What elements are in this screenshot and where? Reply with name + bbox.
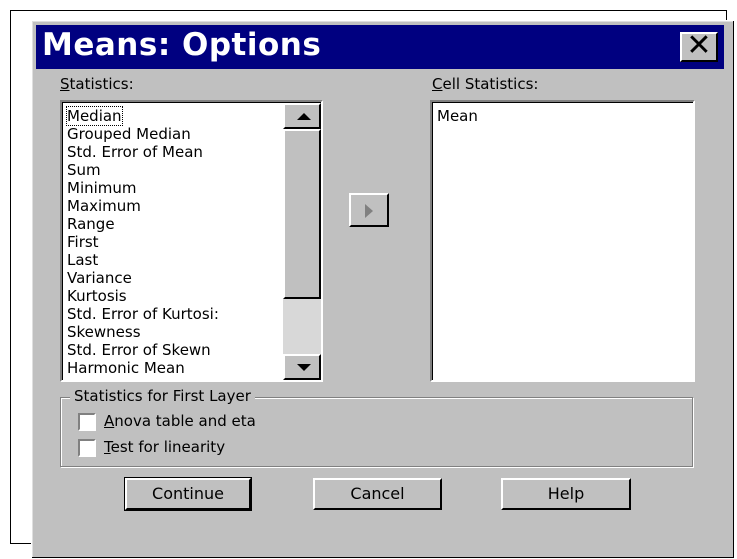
help-button[interactable]: Help bbox=[501, 478, 631, 510]
scroll-up-button[interactable] bbox=[283, 103, 321, 129]
move-to-cell-statistics-button[interactable] bbox=[349, 193, 389, 227]
cell-statistics-label: Cell Statistics: bbox=[432, 75, 538, 93]
statistics-label-accesskey: S bbox=[60, 75, 70, 93]
statistics-list-item[interactable]: Last bbox=[67, 251, 98, 269]
linearity-label-rest: est for linearity bbox=[110, 438, 226, 456]
scroll-thumb[interactable] bbox=[283, 129, 321, 299]
dialog-title: Means: Options bbox=[42, 27, 322, 63]
statistics-list-item[interactable]: Std. Error of Mean bbox=[67, 143, 203, 161]
anova-label-rest: nova table and eta bbox=[114, 412, 256, 430]
arrow-up-icon bbox=[297, 113, 311, 120]
cell-statistics-label-rest: ell Statistics: bbox=[442, 75, 539, 93]
anova-checkbox[interactable] bbox=[78, 413, 96, 431]
title-bar: Means: Options ✕ bbox=[36, 25, 724, 69]
arrow-down-icon bbox=[297, 364, 311, 371]
close-icon: ✕ bbox=[686, 28, 712, 63]
statistics-list-item[interactable]: Sum bbox=[67, 161, 101, 179]
statistics-list-item[interactable]: Grouped Median bbox=[67, 125, 191, 143]
statistics-list-item[interactable]: Maximum bbox=[67, 197, 141, 215]
statistics-list-item[interactable]: Kurtosis bbox=[67, 287, 127, 305]
first-layer-group-label: Statistics for First Layer bbox=[70, 387, 255, 405]
statistics-label: Statistics: bbox=[60, 75, 134, 93]
anova-label[interactable]: Anova table and eta bbox=[104, 412, 256, 430]
close-button[interactable]: ✕ bbox=[680, 31, 718, 62]
statistics-list-item[interactable]: Median bbox=[66, 106, 123, 126]
statistics-list-item[interactable]: First bbox=[67, 233, 99, 251]
linearity-label-accesskey: T bbox=[104, 438, 111, 456]
continue-button[interactable]: Continue bbox=[124, 477, 252, 511]
cell-statistics-label-accesskey: C bbox=[432, 75, 443, 93]
first-layer-groupbox bbox=[60, 397, 693, 467]
statistics-list-item[interactable]: Harmonic Mean bbox=[67, 359, 185, 377]
cancel-button[interactable]: Cancel bbox=[313, 478, 442, 510]
statistics-list-item[interactable]: Std. Error of Kurtosi: bbox=[67, 305, 219, 323]
statistics-scrollbar[interactable] bbox=[283, 103, 321, 380]
linearity-label[interactable]: Test for linearity bbox=[104, 438, 225, 456]
linearity-checkbox[interactable] bbox=[78, 439, 96, 457]
statistics-list-item[interactable]: Variance bbox=[67, 269, 132, 287]
statistics-label-rest: tatistics: bbox=[69, 75, 134, 93]
cell-statistics-list-item[interactable]: Mean bbox=[437, 107, 478, 125]
arrow-right-icon bbox=[365, 204, 373, 218]
cell-statistics-listbox[interactable]: Mean bbox=[430, 100, 695, 382]
cell-statistics-listbox-inner: Mean bbox=[432, 102, 693, 380]
statistics-listbox-inner: Median Grouped Median Std. Error of Mean Su… bbox=[62, 102, 321, 380]
scroll-down-button[interactable] bbox=[283, 354, 321, 380]
statistics-list-item[interactable]: Skewness bbox=[67, 323, 141, 341]
statistics-list-item[interactable]: Minimum bbox=[67, 179, 137, 197]
anova-label-accesskey: A bbox=[104, 412, 115, 430]
statistics-list-item[interactable]: Std. Error of Skewn bbox=[67, 341, 211, 359]
statistics-listbox[interactable]: Median Grouped Median Std. Error of Mean Su… bbox=[60, 100, 323, 382]
statistics-list-item[interactable]: Range bbox=[67, 215, 115, 233]
